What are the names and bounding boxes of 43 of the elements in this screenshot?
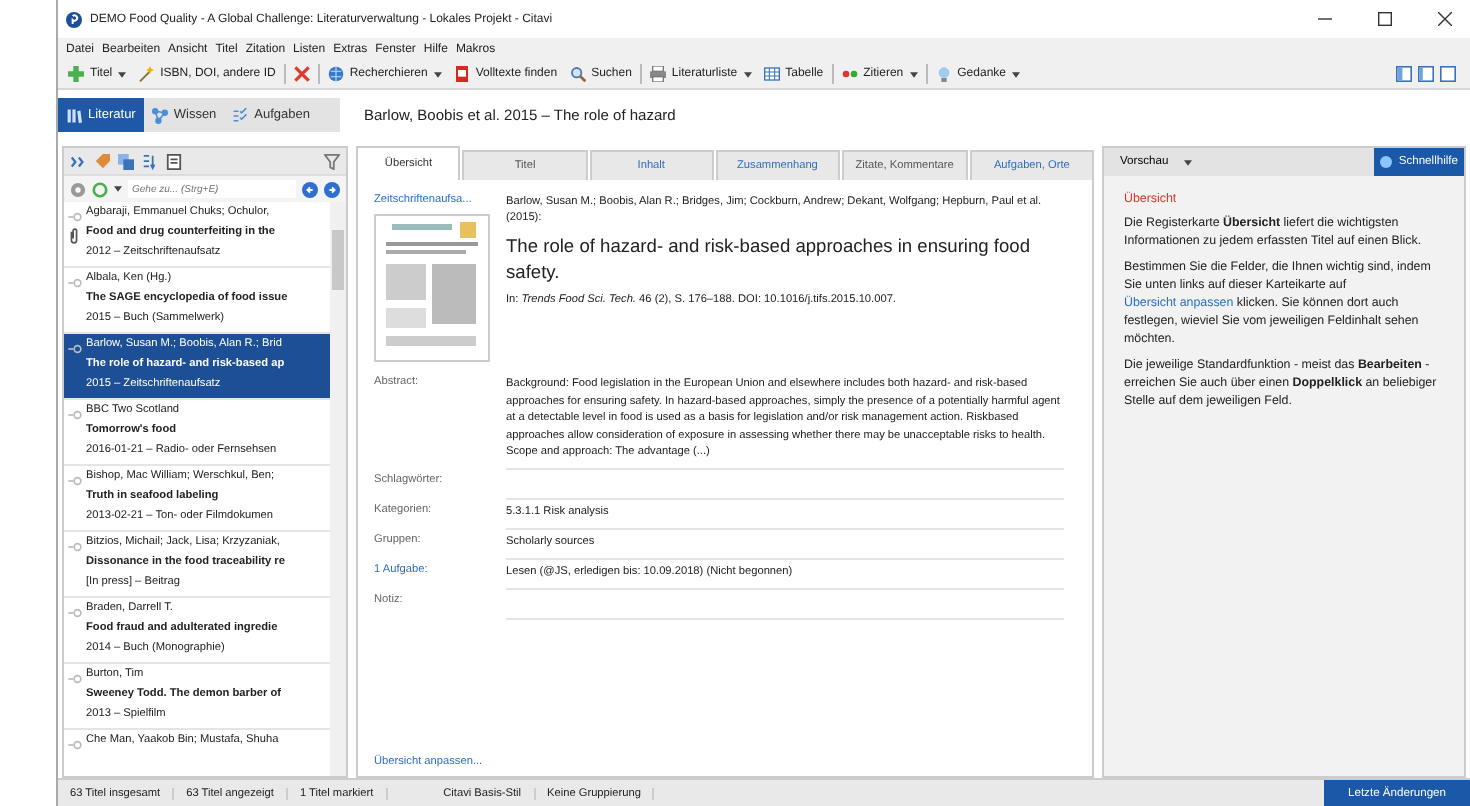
layout-icon[interactable]: [1396, 66, 1412, 82]
status-icon: [68, 211, 82, 221]
status-icon: [68, 673, 82, 683]
back-icon[interactable]: [302, 181, 318, 197]
books-icon: [66, 107, 82, 123]
layout-icon[interactable]: [1440, 66, 1456, 82]
refresh-icon[interactable]: [92, 181, 108, 197]
filter-icon[interactable]: [324, 153, 340, 169]
toolbar-button[interactable]: [289, 66, 314, 82]
bulb-icon: [935, 66, 952, 82]
dots-icon: [841, 66, 858, 82]
minimize-icon[interactable]: [1317, 12, 1331, 26]
status-icon: [68, 607, 82, 617]
globe-icon: [327, 66, 344, 82]
maximize-icon[interactable]: [1377, 12, 1391, 26]
printer-icon: [649, 66, 666, 82]
forward-icon[interactable]: [324, 181, 340, 197]
app-logo-icon: [66, 11, 82, 27]
expand-icon[interactable]: [70, 153, 86, 169]
document-icon[interactable]: [166, 153, 182, 169]
plus-icon: [68, 66, 84, 82]
help-icon: [1380, 156, 1393, 168]
wand-icon: [138, 66, 155, 82]
caret-icon: [1184, 159, 1193, 165]
search-icon: [569, 66, 586, 82]
layout-icon[interactable]: [1418, 66, 1434, 82]
status-icon: [68, 739, 82, 749]
checklist-icon: [232, 107, 249, 123]
pdf-icon: [453, 66, 470, 82]
status-icon: [68, 541, 82, 551]
reference-title: The role of hazard- and risk-based approaches in ensuring food safety.: [506, 234, 1033, 286]
sort-icon[interactable]: [142, 153, 158, 169]
delete-icon: [293, 66, 310, 82]
status-icon: [68, 409, 82, 419]
network-icon: [151, 107, 168, 123]
table-icon: [763, 66, 780, 82]
scrollbar[interactable]: [330, 202, 346, 776]
status-icon: [68, 343, 82, 353]
caret-icon[interactable]: [114, 186, 122, 192]
status-icon: [68, 475, 82, 485]
close-icon[interactable]: [1437, 12, 1451, 26]
status-icon: [68, 277, 82, 287]
copy-icon[interactable]: [118, 153, 134, 169]
